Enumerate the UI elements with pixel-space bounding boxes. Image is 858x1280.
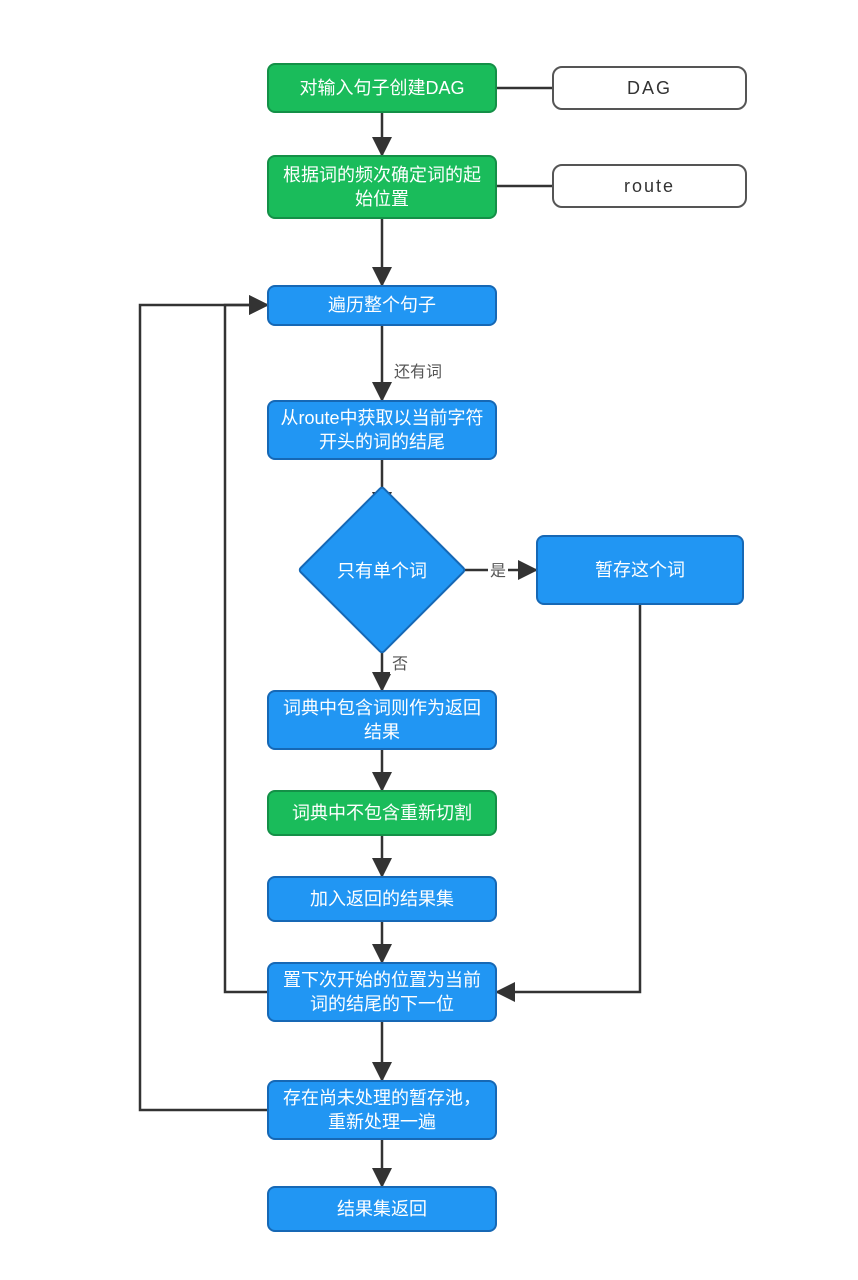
node-label: 词典中包含词则作为返回结果: [279, 696, 485, 745]
node-traverse-sentence: 遍历整个句子: [267, 285, 497, 326]
edge-label-has-word: 还有词: [392, 358, 444, 382]
node-add-to-results: 加入返回的结果集: [267, 876, 497, 922]
node-label: 暂存这个词: [595, 558, 685, 582]
node-create-dag: 对输入句子创建DAG: [267, 63, 497, 113]
edge-label-no: 否: [390, 650, 410, 674]
node-label: 置下次开始的位置为当前词的结尾的下一位: [279, 968, 485, 1017]
annotation-route: route: [552, 164, 747, 208]
flowchart-canvas: 对输入句子创建DAG DAG 根据词的频次确定词的起始位置 route 遍历整个…: [0, 0, 858, 1280]
node-label: 加入返回的结果集: [310, 887, 454, 911]
node-set-next-start: 置下次开始的位置为当前词的结尾的下一位: [267, 962, 497, 1022]
edge-label-yes: 是: [488, 557, 508, 581]
node-return-results: 结果集返回: [267, 1186, 497, 1232]
node-buffer-word: 暂存这个词: [536, 535, 744, 605]
node-label: route: [624, 174, 675, 198]
node-determine-start: 根据词的频次确定词的起始位置: [267, 155, 497, 219]
node-pending-buffer-reprocess: 存在尚未处理的暂存池，重新处理一遍: [267, 1080, 497, 1140]
node-label: 词典中不包含重新切割: [292, 801, 472, 825]
node-not-in-dict-resplit: 词典中不包含重新切割: [267, 790, 497, 836]
node-label: 存在尚未处理的暂存池，重新处理一遍: [279, 1086, 485, 1135]
node-label: 结果集返回: [337, 1197, 427, 1221]
node-label: 遍历整个句子: [328, 293, 436, 317]
node-label: 对输入句子创建DAG: [299, 76, 464, 100]
node-label: 只有单个词: [337, 557, 427, 583]
node-label: 从route中获取以当前字符开头的词的结尾: [279, 406, 485, 455]
node-label: 根据词的频次确定词的起始位置: [279, 163, 485, 212]
decision-single-word: 只有单个词: [322, 510, 442, 630]
node-in-dict-return: 词典中包含词则作为返回结果: [267, 690, 497, 750]
node-label: DAG: [627, 76, 672, 100]
annotation-dag: DAG: [552, 66, 747, 110]
node-get-end-from-route: 从route中获取以当前字符开头的词的结尾: [267, 400, 497, 460]
